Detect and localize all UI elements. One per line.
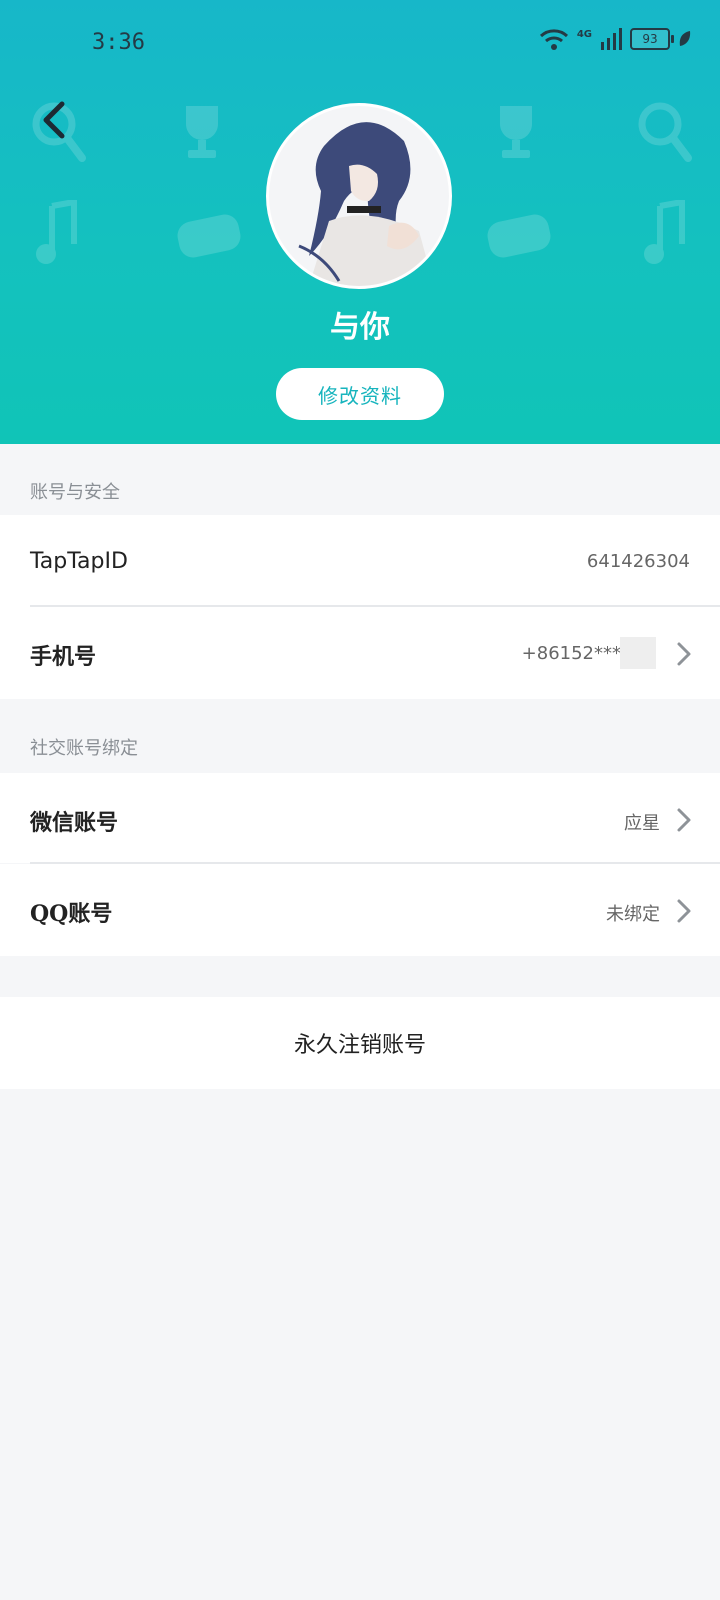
qq-row[interactable]: QQ账号 未绑定: [0, 864, 720, 956]
chevron-right-icon: [677, 899, 691, 923]
search-icon: [638, 102, 692, 162]
battery-indicator: 93: [630, 28, 674, 50]
delete-account-button[interactable]: 永久注销账号: [0, 997, 720, 1089]
profile-header: 3:36 4G 93 与你 修改资料: [0, 0, 720, 444]
qq-value: 未绑定: [606, 904, 660, 925]
edit-profile-button[interactable]: 修改资料: [276, 368, 444, 420]
music-note-icon: [36, 200, 77, 264]
wechat-label: 微信账号: [30, 810, 119, 836]
taptap-id-row: TapTapID 641426304: [0, 515, 720, 607]
trophy-icon: [500, 106, 532, 158]
qq-label: QQ账号: [30, 901, 113, 927]
status-time: 3:36: [92, 30, 145, 55]
back-arrow-icon[interactable]: [34, 98, 74, 142]
network-type: 4G: [576, 28, 592, 40]
avatar[interactable]: [266, 103, 452, 289]
taptap-id-label: TapTapID: [30, 549, 128, 574]
gamepad-icon: [177, 214, 241, 258]
avatar-illustration: [269, 106, 449, 286]
phone-row[interactable]: 手机号 +86152****: [0, 607, 720, 699]
section-title-social-binding: 社交账号绑定: [30, 738, 138, 759]
section-title-account-security: 账号与安全: [30, 482, 120, 503]
wifi-icon: [539, 29, 568, 50]
gamepad-icon: [487, 214, 551, 258]
trophy-icon: [186, 106, 218, 158]
chevron-right-icon: [677, 642, 691, 666]
chevron-right-icon: [677, 808, 691, 832]
wechat-row[interactable]: 微信账号 应星: [0, 773, 720, 863]
nickname: 与你: [330, 310, 390, 345]
taptap-id-value: 641426304: [586, 551, 690, 572]
music-note-icon: [644, 200, 685, 264]
status-icons: 4G 93: [539, 28, 692, 50]
phone-value: +86152****: [521, 643, 630, 664]
signal-icon: [601, 28, 622, 50]
masked-phone-block: [620, 637, 656, 669]
phone-label: 手机号: [30, 644, 97, 670]
wechat-value: 应星: [624, 813, 660, 834]
leaf-icon: [679, 31, 691, 46]
